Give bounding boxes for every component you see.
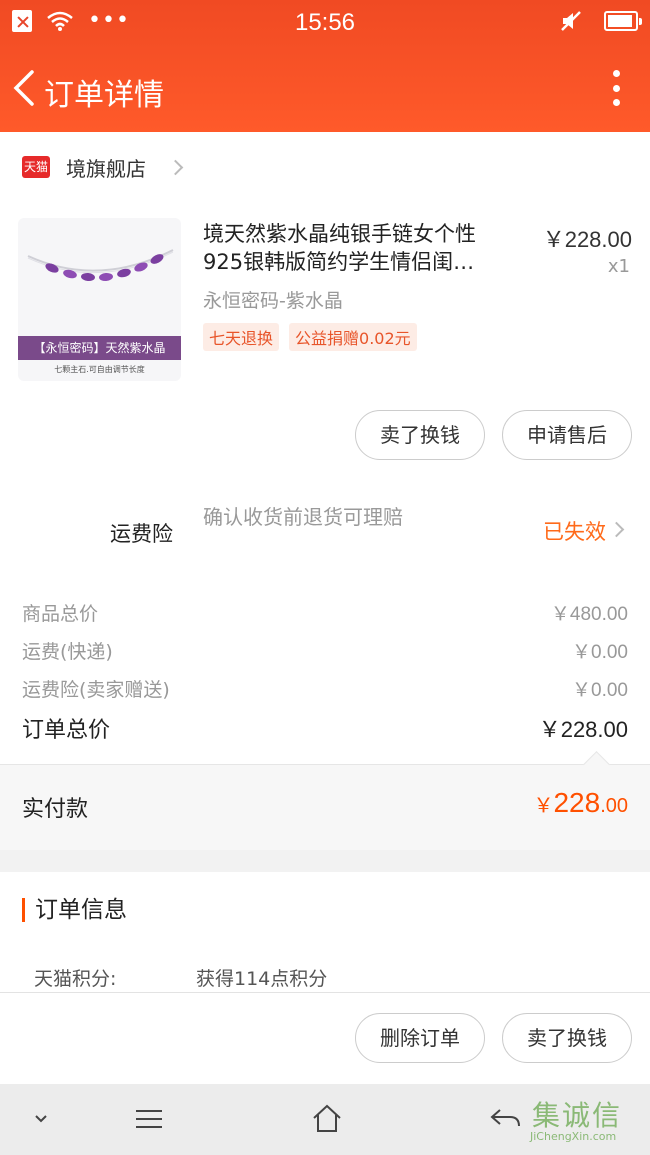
tag-charity: 公益捐赠0.02元 bbox=[289, 323, 417, 351]
summary-label: 运费(快递) bbox=[22, 641, 113, 663]
shop-link[interactable]: 天猫 境旗舰店 bbox=[22, 152, 184, 182]
order-info-key: 天猫积分: bbox=[34, 968, 117, 990]
product-title-line1: 境天然紫水晶纯银手链女个性 bbox=[203, 222, 476, 246]
chevron-down-icon[interactable] bbox=[32, 1102, 50, 1136]
paid-label: 实付款 bbox=[22, 797, 89, 822]
paid-integer: 228 bbox=[553, 787, 601, 818]
product-tags: 七天退换 公益捐赠0.02元 bbox=[203, 323, 417, 351]
summary-value: ￥0.00 bbox=[572, 642, 628, 663]
paid-value: ￥228.00 bbox=[533, 787, 628, 819]
summary-value: ￥480.00 bbox=[550, 604, 628, 625]
shop-name: 境旗舰店 bbox=[66, 156, 146, 181]
back-arrow-icon[interactable] bbox=[10, 68, 40, 108]
summary-value: ￥0.00 bbox=[572, 680, 628, 701]
back-icon[interactable] bbox=[488, 1102, 522, 1136]
delete-order-button[interactable]: 删除订单 bbox=[355, 1013, 485, 1063]
product-sku: 永恒密码-紫水晶 bbox=[203, 290, 343, 312]
order-info-section: 订单信息 天猫积分: 获得114点积分 bbox=[0, 872, 650, 994]
order-info-value: 获得114点积分 bbox=[196, 968, 328, 990]
menu-icon[interactable] bbox=[134, 1102, 164, 1136]
after-sale-button[interactable]: 申请售后 bbox=[502, 410, 632, 460]
product-title[interactable]: 境天然紫水晶纯银手链女个性 925银韩版简约学生情侣闺… bbox=[203, 220, 515, 276]
tmall-logo-icon: 天猫 bbox=[22, 156, 50, 178]
product-price: ￥228.00 bbox=[542, 227, 632, 252]
summary-row: 商品总价 ￥480.00 bbox=[22, 599, 628, 626]
bracelet-image bbox=[27, 249, 174, 282]
top-bar: ••• 15:56 订单详情 bbox=[0, 0, 650, 132]
more-menu-icon[interactable] bbox=[612, 70, 620, 106]
order-total-value: ￥228.00 bbox=[538, 717, 628, 742]
summary-label: 运费险(卖家赠送) bbox=[22, 679, 170, 701]
summary-row: 运费(快递) ￥0.00 bbox=[22, 637, 628, 664]
order-info-title: 订单信息 bbox=[22, 898, 127, 922]
system-nav-bar: 集诚信 JiChengXin.com bbox=[0, 1084, 650, 1155]
product-quantity: x1 bbox=[607, 256, 630, 277]
bottom-action-bar: 删除订单 卖了换钱 bbox=[0, 992, 650, 1084]
page-title: 订单详情 bbox=[44, 79, 164, 112]
resell-button[interactable]: 卖了换钱 bbox=[355, 410, 485, 460]
nav-bar: 订单详情 bbox=[0, 46, 650, 132]
home-icon[interactable] bbox=[311, 1102, 343, 1136]
watermark-logo: 集诚信 JiChengXin.com bbox=[526, 1090, 646, 1150]
paid-amount-section: 实付款 ￥228.00 bbox=[0, 764, 650, 850]
status-bar: ••• 15:56 bbox=[0, 0, 650, 46]
product-image-caption: 【永恒密码】天然紫水晶 bbox=[18, 336, 181, 360]
summary-row: 运费险(卖家赠送) ￥0.00 bbox=[22, 675, 628, 702]
mute-icon bbox=[561, 11, 581, 31]
shipping-insurance-status[interactable]: 已失效 bbox=[543, 516, 606, 546]
watermark-url: JiChengXin.com bbox=[530, 1130, 617, 1143]
product-title-line2: 925银韩版简约学生情侣闺… bbox=[203, 250, 475, 274]
watermark-text: 集诚信 bbox=[532, 1099, 623, 1132]
paid-decimal: .00 bbox=[600, 795, 628, 817]
order-total-row: 订单总价 ￥228.00 bbox=[22, 712, 628, 744]
shipping-insurance-desc: 确认收货前退货可理赔 bbox=[203, 505, 403, 529]
status-time: 15:56 bbox=[294, 9, 356, 36]
chevron-right-icon bbox=[608, 521, 625, 538]
order-total-label: 订单总价 bbox=[22, 718, 111, 743]
product-image[interactable]: 【永恒密码】天然紫水晶 七颗主石.可自由调节长度 bbox=[18, 218, 181, 381]
summary-label: 商品总价 bbox=[22, 603, 99, 625]
paid-currency: ￥ bbox=[533, 795, 554, 817]
resell-button-bottom[interactable]: 卖了换钱 bbox=[502, 1013, 632, 1063]
product-image-subcaption: 七颗主石.可自由调节长度 bbox=[54, 365, 145, 374]
status-right-icons bbox=[560, 10, 642, 32]
order-card: 天猫 境旗舰店 【永恒密码】天然紫水晶 七颗主石.可自由调节长度 境天然紫水晶纯… bbox=[0, 132, 650, 848]
tag-seven-day-return: 七天退换 bbox=[203, 323, 280, 351]
chevron-right-icon bbox=[167, 159, 184, 175]
battery-icon bbox=[604, 11, 642, 31]
shipping-insurance-label: 运费险 bbox=[110, 522, 173, 546]
